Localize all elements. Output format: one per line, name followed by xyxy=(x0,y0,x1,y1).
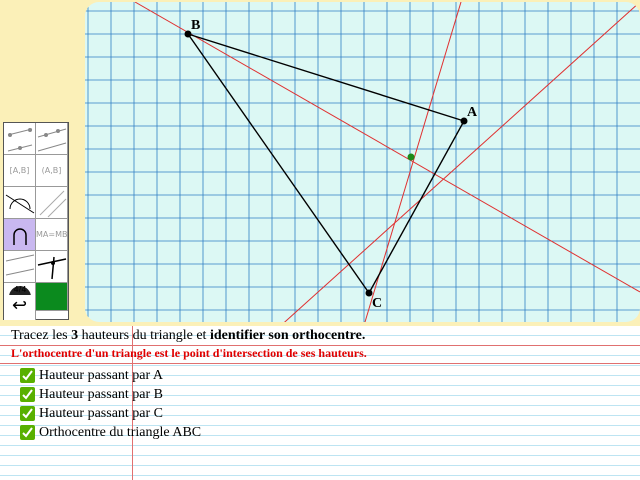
label-c: C xyxy=(372,296,382,311)
label-b: B xyxy=(191,18,200,33)
instructions-paper: Tracez les 3 hauteurs du triangle et ide… xyxy=(0,326,640,480)
task-item: Hauteur passant par B xyxy=(20,385,201,404)
tool-parallel[interactable] xyxy=(36,187,68,219)
tool-segment[interactable]: [A,B] xyxy=(4,155,36,187)
task-label: Hauteur passant par A xyxy=(39,367,164,383)
tool-intersection[interactable] xyxy=(4,219,36,251)
tool-pen[interactable] xyxy=(36,251,68,283)
grid-lines xyxy=(85,2,640,322)
tool-palette: [A,B] (A,B] MA=MB 4/4 ↩ xyxy=(3,122,69,320)
tool-ray[interactable]: (A,B] xyxy=(36,155,68,187)
orthocenter-point[interactable] xyxy=(407,153,415,161)
intersection-icon xyxy=(13,228,27,245)
task-list: Hauteur passant par A Hauteur passant pa… xyxy=(20,366,201,442)
task-item: Orthocentre du triangle ABC xyxy=(20,423,201,442)
perpendicular-icon xyxy=(5,194,35,214)
instruction-goal: identifier son orthocentre. xyxy=(209,328,366,343)
parallel-icon xyxy=(39,190,67,218)
hint-text: L'orthocentre d'un triangle est le point… xyxy=(11,346,367,360)
label-a: A xyxy=(467,105,478,120)
ray-label: (A,B] xyxy=(41,166,62,175)
check-icon xyxy=(20,406,35,421)
instruction-part-1: Tracez les xyxy=(11,328,72,343)
side-ac xyxy=(368,120,465,294)
task-label: Orthocentre du triangle ABC xyxy=(39,424,202,440)
geometry-board[interactable]: B A C xyxy=(85,2,640,322)
pen-icon xyxy=(37,256,67,280)
task-item: Hauteur passant par C xyxy=(20,404,201,423)
board-canvas[interactable]: B A C xyxy=(85,2,640,322)
undo-button[interactable]: ↩ xyxy=(4,295,36,320)
instruction-part-2: hauteurs du triangle et xyxy=(78,328,210,343)
page-counter: 4/4 xyxy=(13,285,27,294)
segment-label: [A,B] xyxy=(9,166,30,175)
tool-line[interactable] xyxy=(36,123,68,155)
tool-point-line[interactable] xyxy=(4,123,36,155)
side-cb xyxy=(187,33,370,294)
point-line-icon xyxy=(7,128,33,152)
check-icon xyxy=(20,368,35,383)
altitude-through-c xyxy=(284,2,640,322)
line-icon xyxy=(37,128,67,152)
altitude-lines xyxy=(134,2,640,322)
red-rule-bottom xyxy=(0,363,640,364)
task-item: Hauteur passant par A xyxy=(20,366,201,385)
triangle-abc xyxy=(187,33,465,294)
compass-icon xyxy=(5,254,35,276)
side-ba xyxy=(187,33,465,122)
task-label: Hauteur passant par B xyxy=(39,386,164,402)
equal-distance-label: MA=MB xyxy=(36,230,68,239)
instruction-text: Tracez les 3 hauteurs du triangle et ide… xyxy=(11,328,365,344)
tool-midpoint[interactable]: MA=MB xyxy=(36,219,68,251)
tool-compass[interactable] xyxy=(4,251,36,283)
task-label: Hauteur passant par C xyxy=(39,405,164,421)
tool-perpendicular[interactable] xyxy=(4,187,36,219)
check-icon xyxy=(20,387,35,402)
check-icon xyxy=(20,425,35,440)
tool-color-green[interactable] xyxy=(36,283,68,311)
